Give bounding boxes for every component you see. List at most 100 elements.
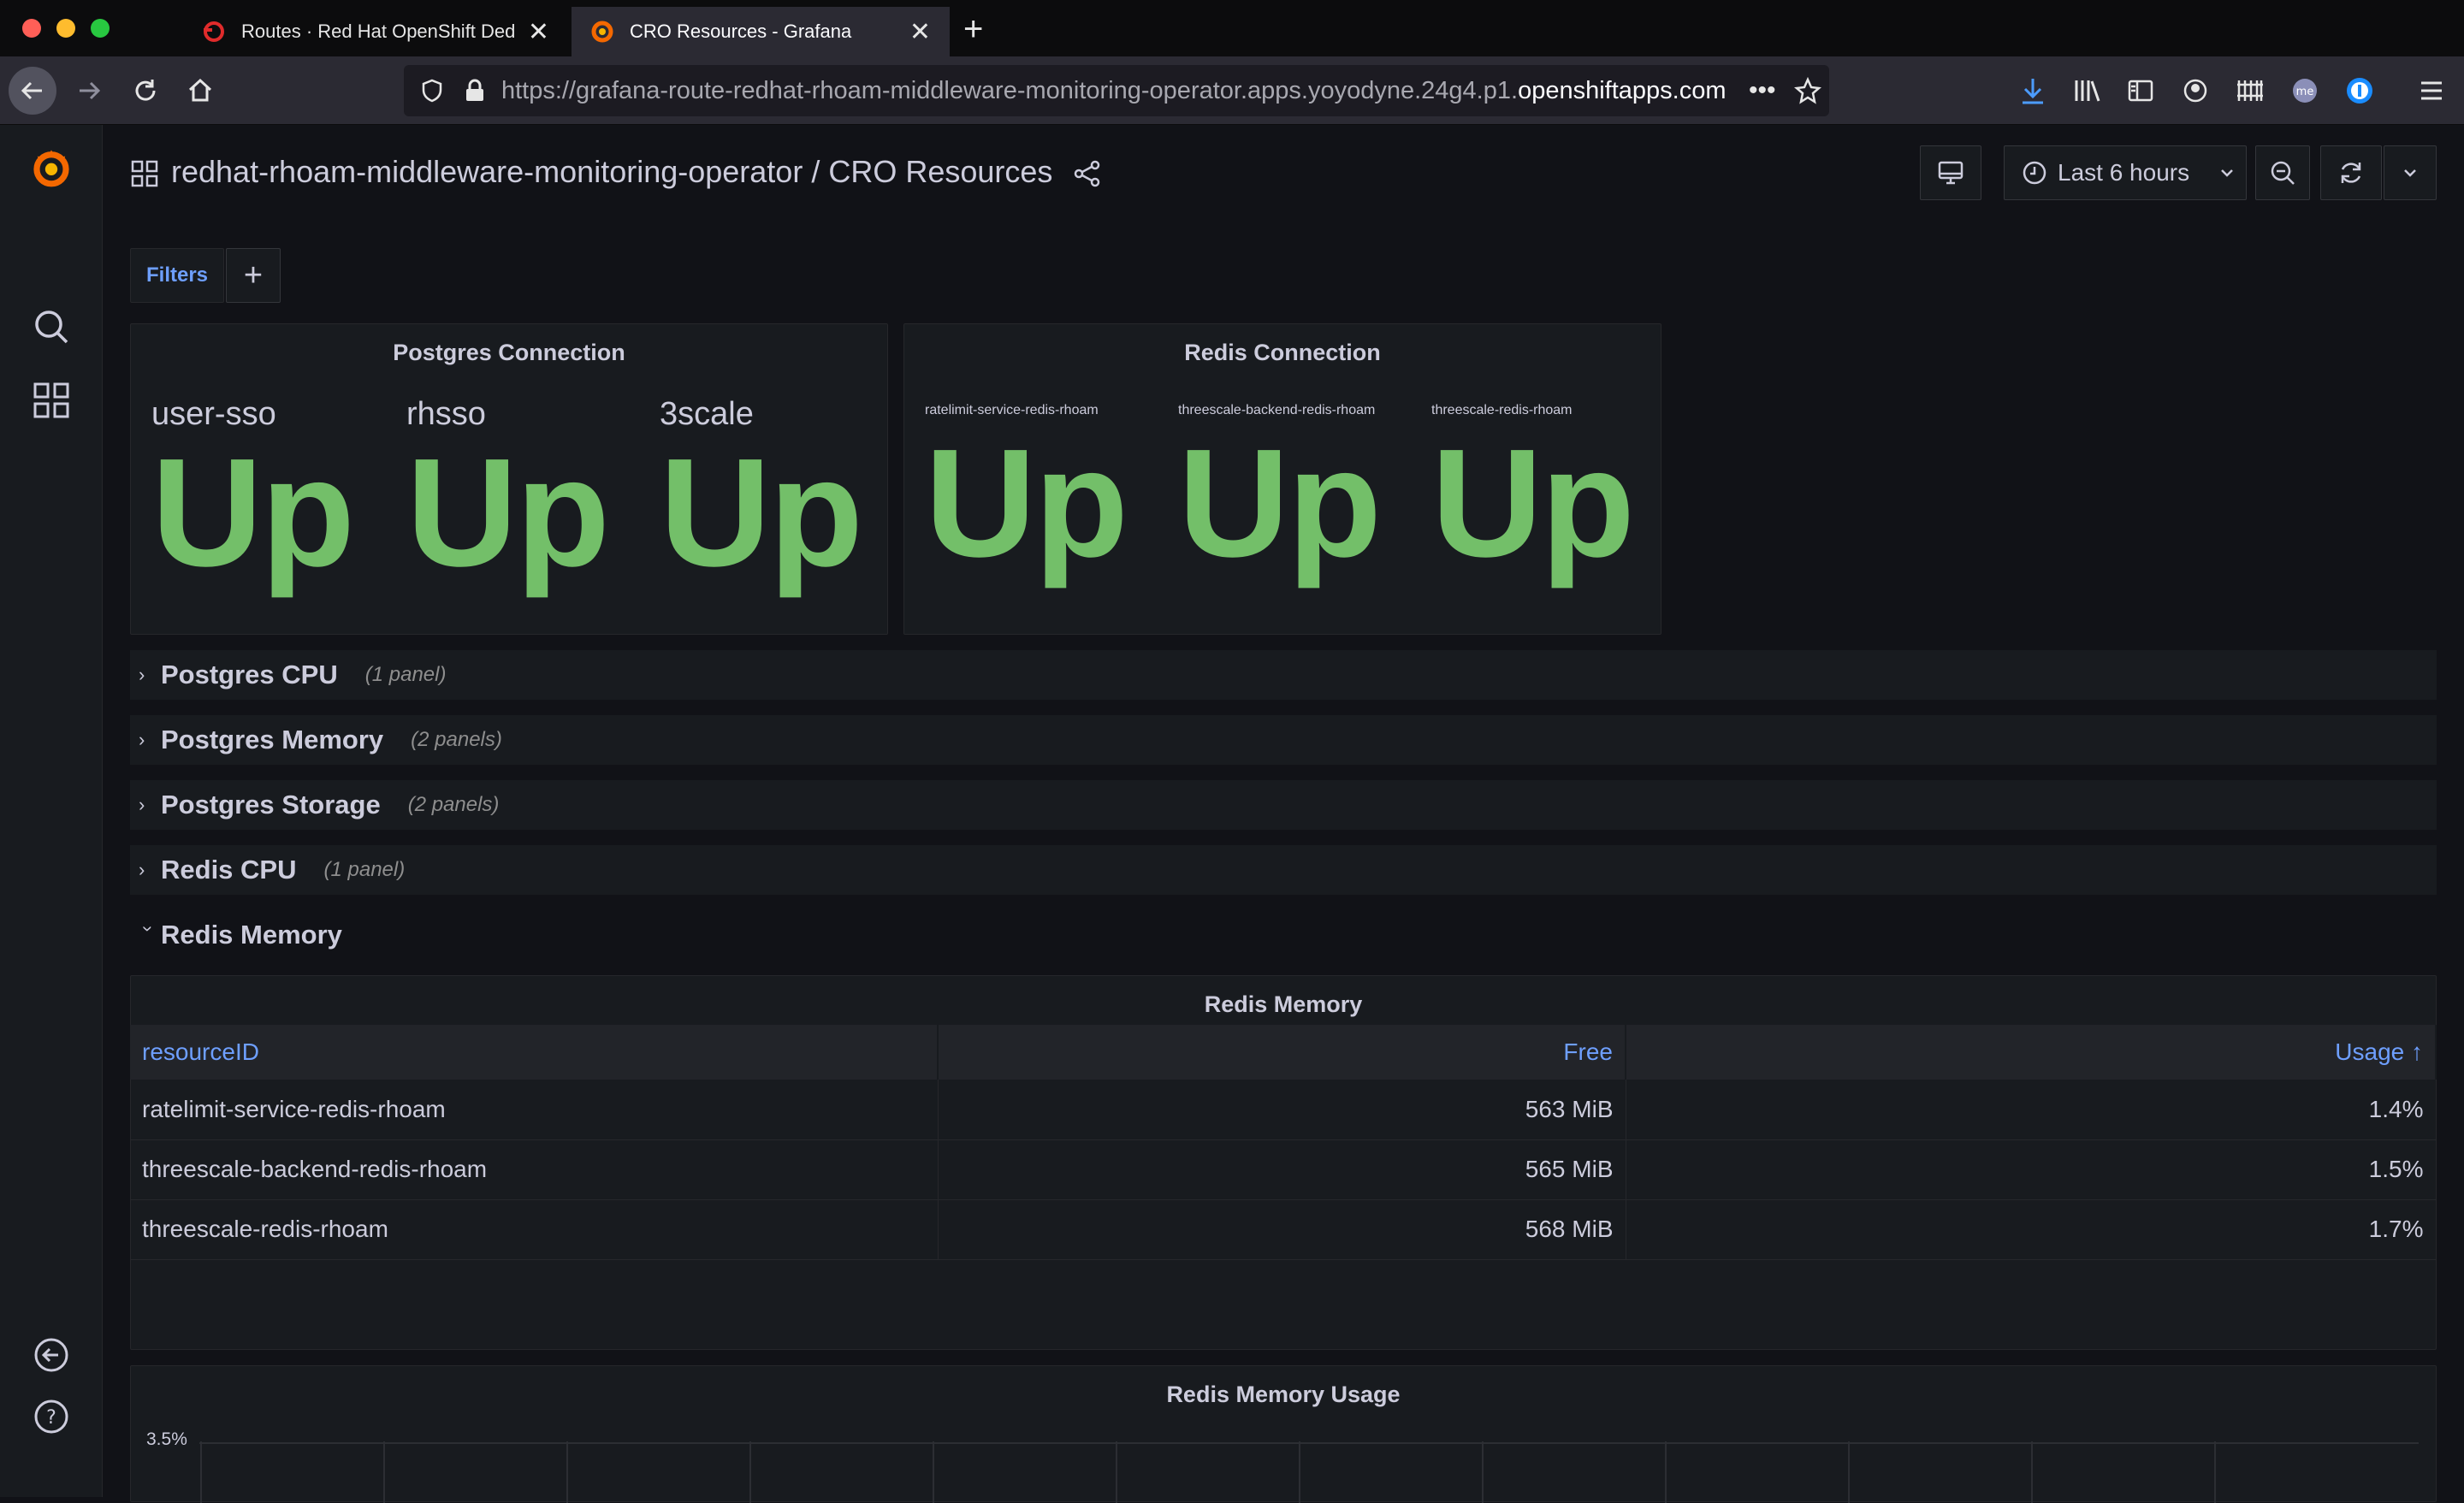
url-text[interactable]: https://grafana-route-redhat-rhoam-middl… bbox=[501, 77, 1733, 105]
row-title: Postgres Memory bbox=[161, 725, 384, 754]
stat-ratelimit-redis: ratelimit-service-redis-rhoam Up bbox=[925, 403, 1128, 581]
time-range-label: Last 6 hours bbox=[2058, 159, 2190, 186]
row-title: Redis Memory bbox=[161, 920, 342, 950]
tab-grafana[interactable]: CRO Resources - Grafana ✕ bbox=[572, 7, 950, 56]
account-icon[interactable] bbox=[2180, 75, 2211, 106]
row-title: Postgres Storage bbox=[161, 790, 381, 820]
row-title: Redis CPU bbox=[161, 855, 297, 885]
share-icon[interactable] bbox=[1073, 159, 1102, 188]
tab-routes[interactable]: Routes · Red Hat OpenShift Dedicated ✕ bbox=[183, 7, 568, 56]
monitor-icon bbox=[1938, 161, 1964, 185]
svg-text:?: ? bbox=[46, 1407, 56, 1429]
page-actions-icon[interactable]: ••• bbox=[1749, 76, 1776, 105]
panel-title: Redis Connection bbox=[1184, 340, 1381, 365]
row-redis-cpu[interactable]: › Redis CPU (1 panel) bbox=[130, 845, 2437, 895]
stat-value: Up bbox=[660, 427, 863, 599]
redis-connection-panel: Redis Connection ratelimit-service-redis… bbox=[903, 323, 1661, 635]
row-postgres-memory[interactable]: › Postgres Memory (2 panels) bbox=[130, 715, 2437, 765]
sign-out-icon[interactable] bbox=[29, 1333, 74, 1377]
column-header-resourceid[interactable]: resourceID bbox=[130, 1025, 939, 1080]
zoom-out-button[interactable] bbox=[2255, 145, 2310, 200]
stat-rhsso: rhsso Up bbox=[406, 396, 610, 599]
stat-value: Up bbox=[151, 427, 355, 599]
stat-backend-redis: threescale-backend-redis-rhoam Up bbox=[1178, 403, 1382, 589]
shield-icon[interactable] bbox=[419, 78, 445, 104]
row-panel-count: (1 panel) bbox=[364, 663, 447, 686]
library-icon[interactable] bbox=[2072, 75, 2103, 106]
grafana-favicon-icon bbox=[591, 21, 613, 43]
stat-user-sso: user-sso Up bbox=[151, 396, 355, 599]
svg-text:me: me bbox=[2296, 86, 2314, 98]
close-window-button[interactable] bbox=[22, 19, 41, 38]
tab-bar: Routes · Red Hat OpenShift Dedicated ✕ C… bbox=[0, 0, 2464, 56]
sidebar-icon[interactable] bbox=[2125, 75, 2156, 106]
stat-label: ratelimit-service-redis-rhoam bbox=[925, 403, 1099, 417]
page-title[interactable]: redhat-rhoam-middleware-monitoring-opera… bbox=[171, 154, 1052, 190]
reload-button[interactable] bbox=[121, 67, 169, 115]
help-icon[interactable]: ? bbox=[29, 1394, 74, 1439]
minimize-window-button[interactable] bbox=[56, 19, 75, 38]
cell-usage: 1.4% bbox=[1626, 1080, 2437, 1140]
dashboards-grid-icon[interactable] bbox=[29, 378, 74, 423]
search-icon[interactable] bbox=[29, 305, 74, 349]
stat-value: Up bbox=[1431, 417, 1635, 589]
zoom-window-button[interactable] bbox=[91, 19, 110, 38]
column-header-free[interactable]: Free bbox=[938, 1025, 1626, 1080]
stat-value: Up bbox=[1178, 417, 1382, 589]
tv-mode-button[interactable] bbox=[1920, 145, 1981, 200]
usage-chart-grid bbox=[199, 1441, 2419, 1503]
zoom-out-icon bbox=[2271, 161, 2295, 185]
back-button[interactable] bbox=[9, 67, 56, 115]
cell-resourceid: threescale-backend-redis-rhoam bbox=[130, 1139, 939, 1200]
row-postgres-storage[interactable]: › Postgres Storage (2 panels) bbox=[130, 780, 2437, 830]
close-tab-icon[interactable]: ✕ bbox=[528, 17, 549, 47]
cell-resourceid: threescale-redis-rhoam bbox=[130, 1199, 939, 1260]
grafana-logo-icon[interactable] bbox=[29, 145, 74, 190]
cell-resourceid: ratelimit-service-redis-rhoam bbox=[130, 1080, 939, 1140]
new-tab-button[interactable]: + bbox=[963, 12, 983, 46]
stat-value: Up bbox=[406, 427, 610, 599]
postgres-connection-panel: Postgres Connection user-sso Up rhsso Up… bbox=[130, 323, 888, 635]
refresh-icon bbox=[2341, 163, 2361, 183]
cell-usage: 1.5% bbox=[1626, 1139, 2437, 1200]
lock-icon[interactable] bbox=[464, 78, 486, 104]
table-row: threescale-redis-rhoam 568 MiB 1.7% bbox=[130, 1199, 2437, 1260]
extension-grid-icon[interactable] bbox=[2235, 75, 2266, 106]
password-manager-icon[interactable] bbox=[2344, 75, 2375, 106]
extension-me-icon[interactable]: me bbox=[2289, 75, 2320, 106]
download-icon[interactable] bbox=[2017, 75, 2048, 106]
row-redis-memory[interactable]: › Redis Memory bbox=[130, 910, 2437, 960]
chevron-right-icon: › bbox=[139, 729, 145, 750]
chevron-right-icon: › bbox=[139, 859, 145, 880]
chevron-down-icon bbox=[2221, 169, 2233, 177]
home-icon bbox=[188, 78, 212, 102]
row-title: Postgres CPU bbox=[161, 660, 338, 689]
close-tab-icon[interactable]: ✕ bbox=[909, 17, 931, 47]
dashboard-apps-icon bbox=[131, 160, 158, 187]
home-button[interactable] bbox=[176, 67, 224, 115]
filters-button[interactable]: Filters bbox=[130, 248, 225, 303]
add-filter-button[interactable]: + bbox=[226, 248, 281, 303]
time-picker-button[interactable]: Last 6 hours bbox=[2004, 145, 2247, 200]
nav-bar: https://grafana-route-redhat-rhoam-middl… bbox=[0, 56, 2464, 125]
chevron-down-icon bbox=[2404, 169, 2416, 177]
grafana-side-menu: ? bbox=[0, 125, 103, 1497]
chevron-down-icon: › bbox=[138, 926, 159, 932]
row-postgres-cpu[interactable]: › Postgres CPU (1 panel) bbox=[130, 650, 2437, 700]
y-axis-tick: 3.5% bbox=[146, 1429, 187, 1449]
url-bar[interactable]: https://grafana-route-redhat-rhoam-middl… bbox=[404, 65, 1829, 116]
redis-memory-usage-panel: Redis Memory Usage 3.5% bbox=[130, 1365, 2437, 1503]
refresh-button[interactable] bbox=[2320, 145, 2382, 200]
redis-memory-table: resourceID Free Usage ↑ ratelimit-servic… bbox=[130, 1025, 2437, 1260]
refresh-interval-dropdown[interactable] bbox=[2384, 145, 2437, 200]
stat-label: threescale-redis-rhoam bbox=[1431, 403, 1573, 417]
menu-hamburger-icon[interactable] bbox=[2416, 75, 2447, 106]
forward-button[interactable] bbox=[65, 67, 113, 115]
chevron-right-icon: › bbox=[139, 794, 145, 815]
table-row: ratelimit-service-redis-rhoam 563 MiB 1.… bbox=[130, 1080, 2437, 1140]
cell-free: 565 MiB bbox=[938, 1139, 1626, 1200]
stat-label: threescale-backend-redis-rhoam bbox=[1178, 403, 1376, 417]
column-header-usage[interactable]: Usage ↑ bbox=[1626, 1025, 2437, 1080]
bookmark-star-icon[interactable] bbox=[1793, 76, 1822, 105]
cell-free: 568 MiB bbox=[938, 1199, 1626, 1260]
